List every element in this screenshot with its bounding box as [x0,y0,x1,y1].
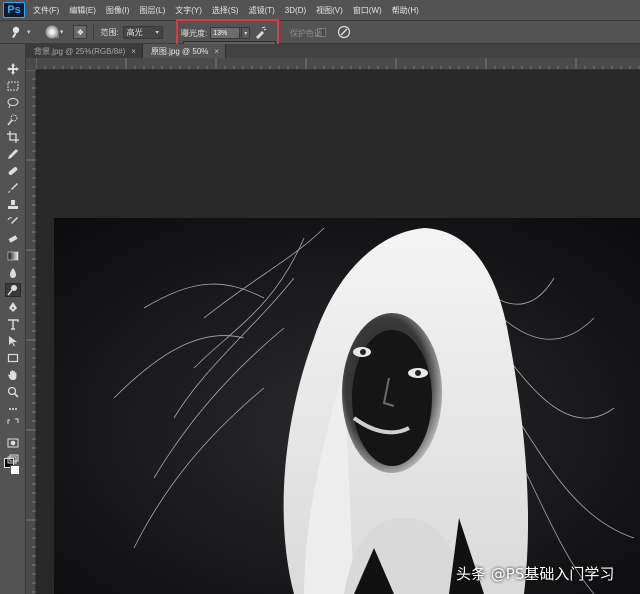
tab-label: 背景.jpg @ 25%(RGB/8#) [34,46,126,56]
stamp-tool[interactable] [5,198,21,212]
burn-tool-icon [12,26,20,39]
brush-size: 6 [55,34,59,40]
menu-view[interactable]: 视图(V) [316,5,343,16]
zoom-icon [7,386,19,398]
range-label: 范围: [100,27,119,37]
healing-icon [8,167,18,175]
quick-mask-mode[interactable] [5,436,21,450]
eraser-icon [8,235,18,243]
brush-tool[interactable] [5,181,21,195]
menu-bar: Ps 文件(F) 编辑(E) 图像(I) 图层(L) 文字(Y) 选择(S) 滤… [0,0,640,21]
blur-tool[interactable] [5,266,21,280]
eraser-tool[interactable] [5,232,21,246]
marquee-tool[interactable] [5,79,21,93]
menu-select[interactable]: 选择(S) [212,5,239,16]
swap-colors-icon [7,418,19,424]
pen-tool[interactable] [5,300,21,314]
quick-mask-icon [7,438,19,448]
quick-select-tool[interactable] [5,113,21,127]
photoshop-logo: Ps [3,2,25,18]
brush-icon [8,183,18,193]
eyedropper-icon [8,149,18,159]
brush-panel-toggle-icon[interactable]: ❖ [73,25,88,39]
history-brush-icon [7,217,18,224]
document-tabs: 背景.jpg @ 25%(RGB/8#) × 原图.jpg @ 50% × [26,44,640,58]
menu-3d[interactable]: 3D(D) [285,6,306,15]
menu-image[interactable]: 图像(I) [106,5,130,16]
dodge-icon [7,285,17,296]
tab-background-jpg[interactable]: 背景.jpg @ 25%(RGB/8#) × [26,44,143,58]
type-icon [8,319,19,330]
chevron-down-icon[interactable]: ▾ [60,28,64,36]
rectangle-icon [7,353,19,363]
separator [93,24,95,40]
menu-layer[interactable]: 图层(L) [139,5,165,16]
ellipsis-icon [9,408,17,410]
range-value: 高光 [126,27,143,37]
range-dropdown[interactable]: 高光 ▾ [122,25,163,39]
menu-type[interactable]: 文字(Y) [175,5,202,16]
ruler-ticks [26,69,36,593]
quick-select-icon [7,114,18,126]
crop-tool[interactable] [5,130,21,144]
screen-mode-icon [7,454,19,464]
rectangle-tool[interactable] [5,351,21,365]
hand-icon [8,370,17,380]
tool-preset-picker[interactable] [8,25,26,39]
move-icon [7,63,19,75]
lasso-tool[interactable] [5,96,21,110]
close-icon[interactable]: × [131,47,136,56]
horizontal-ruler[interactable] [36,58,640,70]
gradient-icon [7,251,19,261]
gradient-tool[interactable] [5,249,21,263]
path-select-tool[interactable] [5,334,21,348]
crop-icon [7,131,19,143]
pen-icon [9,302,17,312]
swap-colors[interactable] [5,418,21,426]
vertical-ruler[interactable] [26,69,36,594]
menu-file[interactable]: 文件(F) [33,5,59,16]
ruler-ticks [36,58,640,69]
menu-window[interactable]: 窗口(W) [353,5,382,16]
marquee-icon [7,81,19,91]
chevron-down-icon[interactable]: ▾ [27,28,31,36]
watermark: 头条 @PS基础入门学习 [456,565,615,583]
blur-icon [10,268,16,278]
protect-tones-label: 保护色调 [290,29,322,38]
move-tool[interactable] [5,62,21,76]
chevron-down-icon: ▾ [155,29,159,36]
canvas-area[interactable] [36,70,640,594]
pressure-size-icon[interactable] [337,25,351,39]
document-image[interactable] [54,218,640,594]
history-brush-tool[interactable] [5,215,21,229]
screen-mode[interactable] [5,453,21,467]
type-tool[interactable] [5,317,21,331]
healing-tool[interactable] [5,164,21,178]
close-icon[interactable]: × [214,47,219,56]
menu-help[interactable]: 帮助(H) [392,5,419,16]
menu-filter[interactable]: 滤镜(T) [249,5,275,16]
tools-panel [0,44,26,594]
hand-tool[interactable] [5,368,21,382]
eyedropper-tool[interactable] [5,147,21,161]
stamp-icon [8,200,18,209]
ruler-corner [26,58,36,70]
dodge-burn-tool[interactable] [5,283,21,297]
zoom-tool[interactable] [5,385,21,399]
tab-original-jpg[interactable]: 原图.jpg @ 50% × [142,44,227,58]
inverted-portrait-image [54,218,640,594]
lasso-icon [7,98,19,109]
path-select-icon [9,336,17,347]
tab-label: 原图.jpg @ 50% [150,46,209,56]
more-tools[interactable] [5,402,21,416]
menu-edit[interactable]: 编辑(E) [69,5,96,16]
airbrush-icon[interactable] [253,26,267,40]
